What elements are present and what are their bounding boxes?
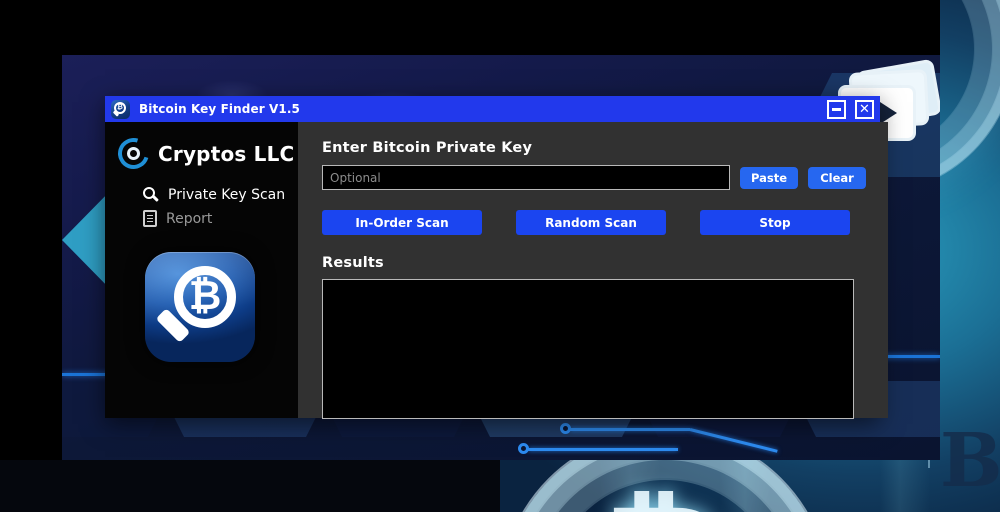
app-window: ₿ Bitcoin Key Finder V1.5 ✕ Cryptos LLC xyxy=(105,96,888,419)
sidebar: Cryptos LLC Private Key Scan Report ₿ xyxy=(105,122,298,418)
letterbox-top xyxy=(0,0,940,55)
stop-button[interactable]: Stop xyxy=(700,210,850,235)
sidebar-item-label: Private Key Scan xyxy=(168,187,286,203)
bitcoin-magnifier-app-icon: ₿ xyxy=(145,252,255,362)
window-title: Bitcoin Key Finder V1.5 xyxy=(139,102,300,116)
bitcoin-magnifier-icon: ₿ xyxy=(111,99,130,119)
bitcoin-symbol: ₿ xyxy=(188,273,222,319)
letterbox-left xyxy=(0,0,62,512)
sidebar-item-report[interactable]: Report xyxy=(143,210,298,227)
wallpaper-corner-letter: B xyxy=(940,418,1000,504)
letterbox-bottom xyxy=(0,460,500,512)
paste-button[interactable]: Paste xyxy=(740,166,798,189)
random-scan-button[interactable]: Random Scan xyxy=(516,210,666,235)
cryptos-ring-logo-icon xyxy=(112,132,155,175)
sidebar-item-private-key-scan[interactable]: Private Key Scan xyxy=(143,187,298,203)
scan-buttons-row: In-Order Scan Random Scan Stop xyxy=(322,210,866,235)
wallpaper-circuit-nodes xyxy=(518,415,860,455)
in-order-scan-button[interactable]: In-Order Scan xyxy=(322,210,482,235)
private-key-label: Enter Bitcoin Private Key xyxy=(322,140,533,156)
sidebar-item-label: Report xyxy=(166,210,213,227)
brand-name: Cryptos LLC xyxy=(158,141,295,166)
sidebar-nav: Private Key Scan Report xyxy=(105,187,298,227)
results-output[interactable] xyxy=(322,279,854,419)
private-key-input[interactable] xyxy=(322,165,730,190)
brand: Cryptos LLC xyxy=(105,132,298,175)
play-arrow-icon xyxy=(880,102,898,124)
document-icon xyxy=(143,210,157,227)
window-titlebar[interactable]: ₿ Bitcoin Key Finder V1.5 ✕ xyxy=(105,96,880,122)
bitcoin-symbol: ₿ xyxy=(117,103,123,111)
results-label: Results xyxy=(322,255,384,271)
minimize-button[interactable] xyxy=(827,99,846,119)
window-body: Cryptos LLC Private Key Scan Report ₿ En… xyxy=(105,122,888,419)
search-icon xyxy=(143,187,159,203)
clear-button[interactable]: Clear xyxy=(808,166,866,189)
screen: ₿ ₿ B xyxy=(0,0,1000,512)
window-controls: ✕ xyxy=(827,96,874,122)
close-button[interactable]: ✕ xyxy=(855,99,874,119)
magnifier-lens-icon: ₿ xyxy=(174,266,236,328)
private-key-row: Paste Clear xyxy=(322,165,866,190)
main-pane: Enter Bitcoin Private Key Paste Clear In… xyxy=(298,122,888,419)
